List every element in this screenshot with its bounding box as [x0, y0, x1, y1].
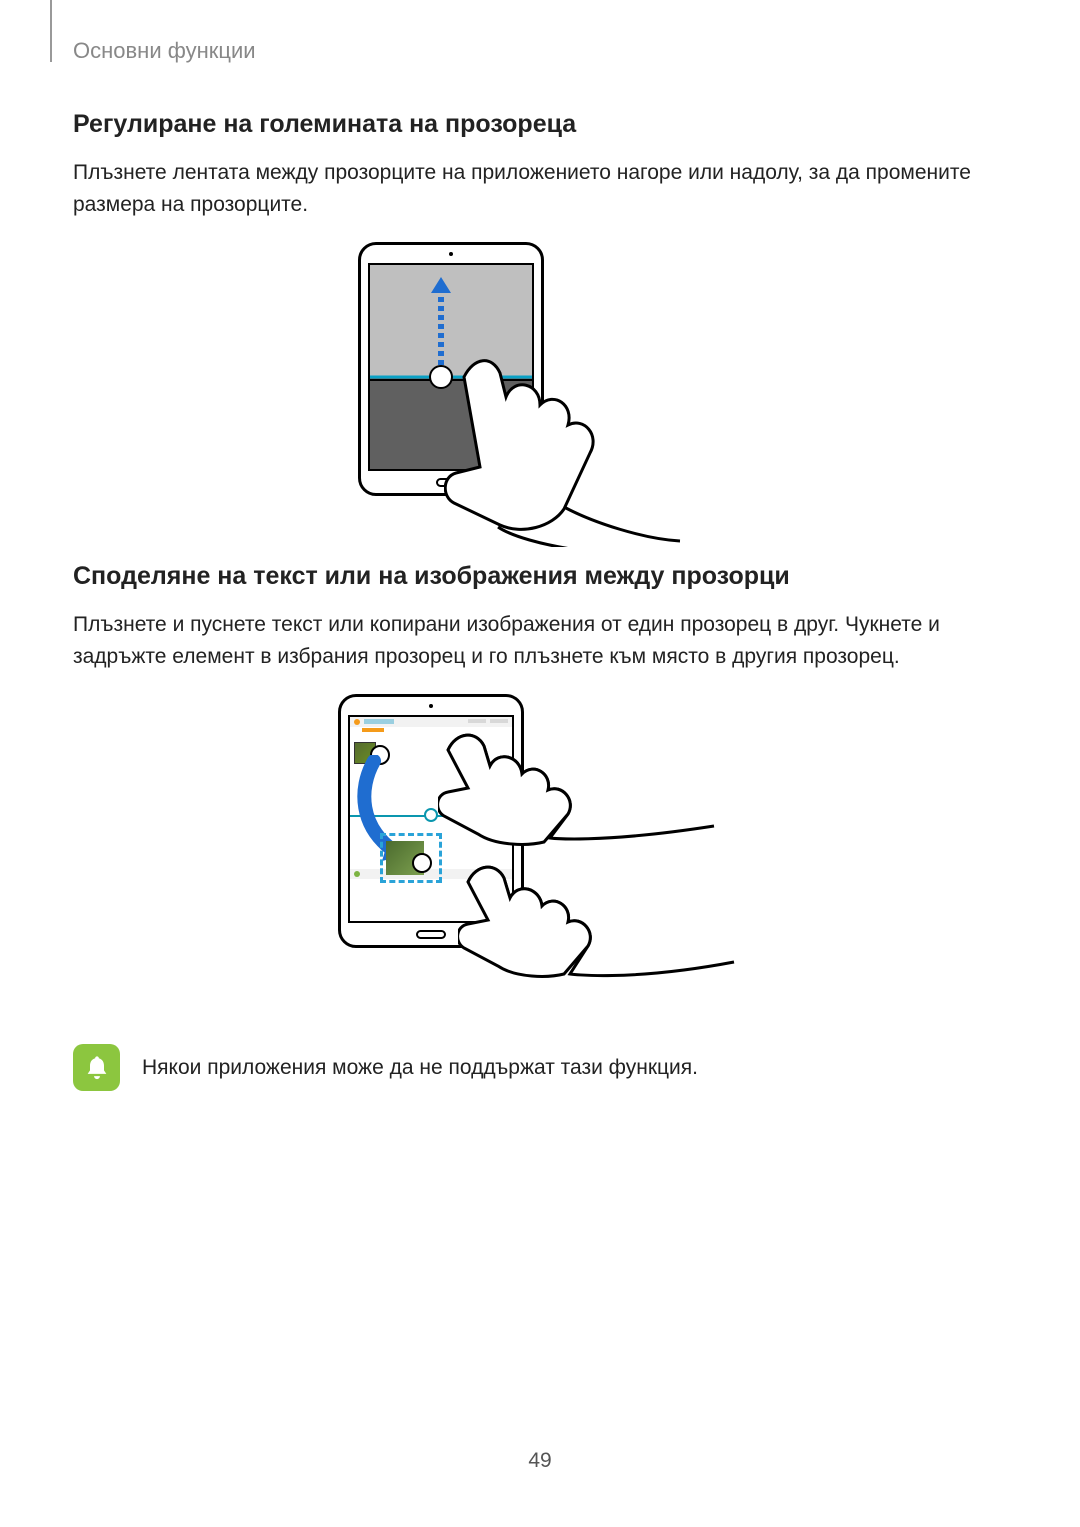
- tablet-camera-icon: [449, 252, 453, 256]
- split-divider-handle: [424, 808, 438, 822]
- tablet-screen: [348, 715, 514, 923]
- toolbar-text-placeholder: [468, 719, 486, 723]
- status-dot-icon: [354, 719, 360, 725]
- page-number: 49: [0, 1449, 1080, 1473]
- toolbar-text-placeholder: [490, 719, 508, 723]
- page-margin-rule: [50, 0, 52, 62]
- section-heading: Регулиране на големината на прозореца: [73, 110, 1003, 139]
- figure-resize-window: [73, 242, 1003, 522]
- finger-touch-icon: [412, 853, 432, 873]
- status-dot-icon: [354, 871, 360, 877]
- page-content: Регулиране на големината на прозореца Пл…: [73, 110, 1003, 1091]
- section-share-between-windows: Споделяне на текст или на изображения ме…: [73, 562, 1003, 994]
- note-bell-icon: [73, 1044, 120, 1091]
- section-body: Плъзнете лентата между прозорците на при…: [73, 157, 1003, 220]
- app-toolbar: [350, 717, 512, 727]
- tablet-screen: [368, 263, 534, 471]
- figure-drag-between-windows: [73, 694, 1003, 994]
- tablet-camera-icon: [429, 704, 433, 708]
- drag-up-arrow-icon: [428, 275, 454, 371]
- section-resize-window: Регулиране на големината на прозореца Пл…: [73, 110, 1003, 522]
- toolbar-text-placeholder: [364, 719, 394, 724]
- note-text: Някои приложения може да не поддържат та…: [142, 1056, 698, 1080]
- tablet-home-button-icon: [416, 930, 446, 939]
- breadcrumb: Основни функции: [73, 38, 256, 64]
- note-callout: Някои приложения може да не поддържат та…: [73, 1044, 1003, 1091]
- section-body: Плъзнете и пуснете текст или копирани из…: [73, 609, 1003, 672]
- tablet-illustration: [358, 242, 544, 496]
- tablet-home-button-icon: [436, 478, 466, 487]
- tablet-illustration: [338, 694, 524, 948]
- section-heading: Споделяне на текст или на изображения ме…: [73, 562, 1003, 591]
- split-pane-lower: [370, 377, 532, 469]
- active-tab-indicator: [362, 728, 384, 732]
